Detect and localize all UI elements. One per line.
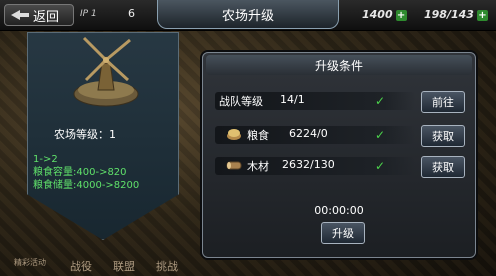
farm-level-label: 农场等级： [54, 128, 109, 141]
check-icon: ✓ [375, 94, 386, 108]
condition-row-wood: 木材 2632/130 ✓ [215, 157, 415, 175]
nav-campaign[interactable]: 战役 [70, 258, 92, 274]
resource-2-value: 198/143 [424, 8, 474, 21]
back-label: 返回 [33, 9, 60, 25]
page-title-text: 农场升级 [221, 8, 274, 24]
condition-label: 战队等级 [219, 95, 263, 108]
obtain-grain-label: 获取 [432, 130, 454, 143]
storage-line: 粮食储量:4000->8200 [33, 180, 140, 191]
obtain-grain-button[interactable]: 获取 [421, 125, 465, 147]
farm-level: 农场等级：1 [54, 126, 116, 142]
upgrade-timer: 00:00:00 [314, 204, 364, 217]
add-resource-1-button[interactable]: + [395, 10, 407, 21]
upgrade-button[interactable]: 升级 [321, 222, 365, 244]
back-button[interactable]: 返回 [4, 4, 74, 26]
bottom-nav: 精彩活动 战役 联盟 挑战 [0, 258, 496, 276]
condition-row-team-level: 战队等级 14/1 ✓ [215, 92, 415, 110]
condition-value: 2632/130 [282, 158, 335, 171]
check-icon: ✓ [375, 159, 386, 173]
condition-label: 木材 [247, 160, 269, 173]
condition-label: 粮食 [247, 129, 269, 142]
goto-button-label: 前往 [432, 96, 454, 109]
nav-challenge[interactable]: 挑战 [156, 258, 178, 274]
condition-value: 6224/0 [289, 127, 328, 140]
obtain-wood-button[interactable]: 获取 [421, 156, 465, 178]
wood-icon [226, 161, 242, 170]
upgrade-button-label: 升级 [332, 227, 354, 240]
nav-events[interactable]: 精彩活动 [14, 257, 46, 268]
condition-row-grain: 粮食 6224/0 ✓ [215, 126, 415, 144]
resource-1: 1400 + [362, 8, 407, 21]
resource-2: 198/143 + [424, 8, 488, 21]
back-arrow-icon [11, 10, 29, 20]
page-title: 农场升级 [157, 0, 339, 29]
slot-count: 6 [128, 7, 135, 20]
condition-value: 14/1 [280, 93, 305, 106]
farm-level-value: 1 [109, 128, 116, 141]
upgrade-conditions-dialog: 升级条件 战队等级 14/1 ✓ 前往 粮食 6224/0 ✓ 获取 木材 26… [202, 52, 476, 258]
windmill-icon [70, 30, 142, 110]
dialog-title: 升级条件 [314, 59, 363, 73]
upgrade-info: 1->2 粮食容量:400->820 粮食储量:4000->8200 [33, 153, 139, 192]
add-resource-2-button[interactable]: + [476, 10, 488, 21]
level-badge: IP 1 [80, 9, 97, 19]
top-bar: 返回 IP 1 6 农场升级 1400 + 198/143 + [0, 0, 496, 31]
capacity-line: 粮食容量:400->820 [33, 167, 127, 178]
resource-1-value: 1400 [362, 8, 393, 21]
grain-icon [227, 129, 241, 140]
nav-alliance[interactable]: 联盟 [113, 258, 135, 274]
goto-button[interactable]: 前往 [421, 91, 465, 113]
upgrade-path: 1->2 [33, 154, 58, 165]
check-icon: ✓ [375, 128, 386, 142]
obtain-wood-label: 获取 [432, 161, 454, 174]
